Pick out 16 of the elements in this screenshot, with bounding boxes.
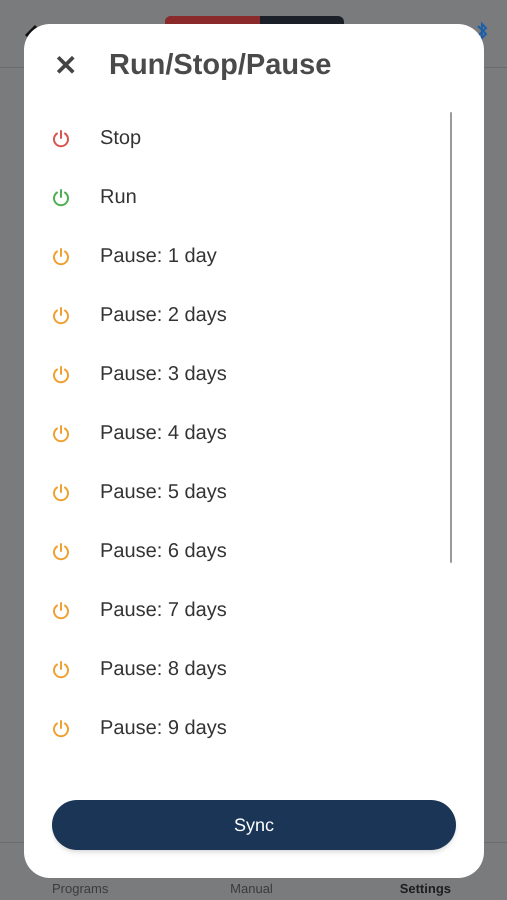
tab[interactable]: Settings [400,878,451,898]
option-item[interactable]: Pause: 2 days [50,285,484,344]
dialog-title: Run/Stop/Pause [109,48,332,84]
option-item[interactable]: Pause: 9 days [50,698,484,757]
option-item[interactable]: Pause: 6 days [50,521,484,580]
option-item[interactable]: Pause: 1 day [50,226,484,285]
sync-button[interactable]: Sync [52,800,456,850]
bluetooth-icon[interactable] [476,20,488,42]
option-item[interactable]: Pause: 3 days [50,344,484,403]
option-item[interactable]: Stop [50,108,484,167]
option-item[interactable]: Pause: 4 days [50,403,484,462]
option-item[interactable]: Run [50,167,484,226]
option-item[interactable]: Pause: 8 days [50,639,484,698]
close-button[interactable]: ✕ [54,52,77,80]
option-item[interactable]: Pause: 5 days [50,462,484,521]
option-item[interactable]: Pause: 7 days [50,580,484,639]
